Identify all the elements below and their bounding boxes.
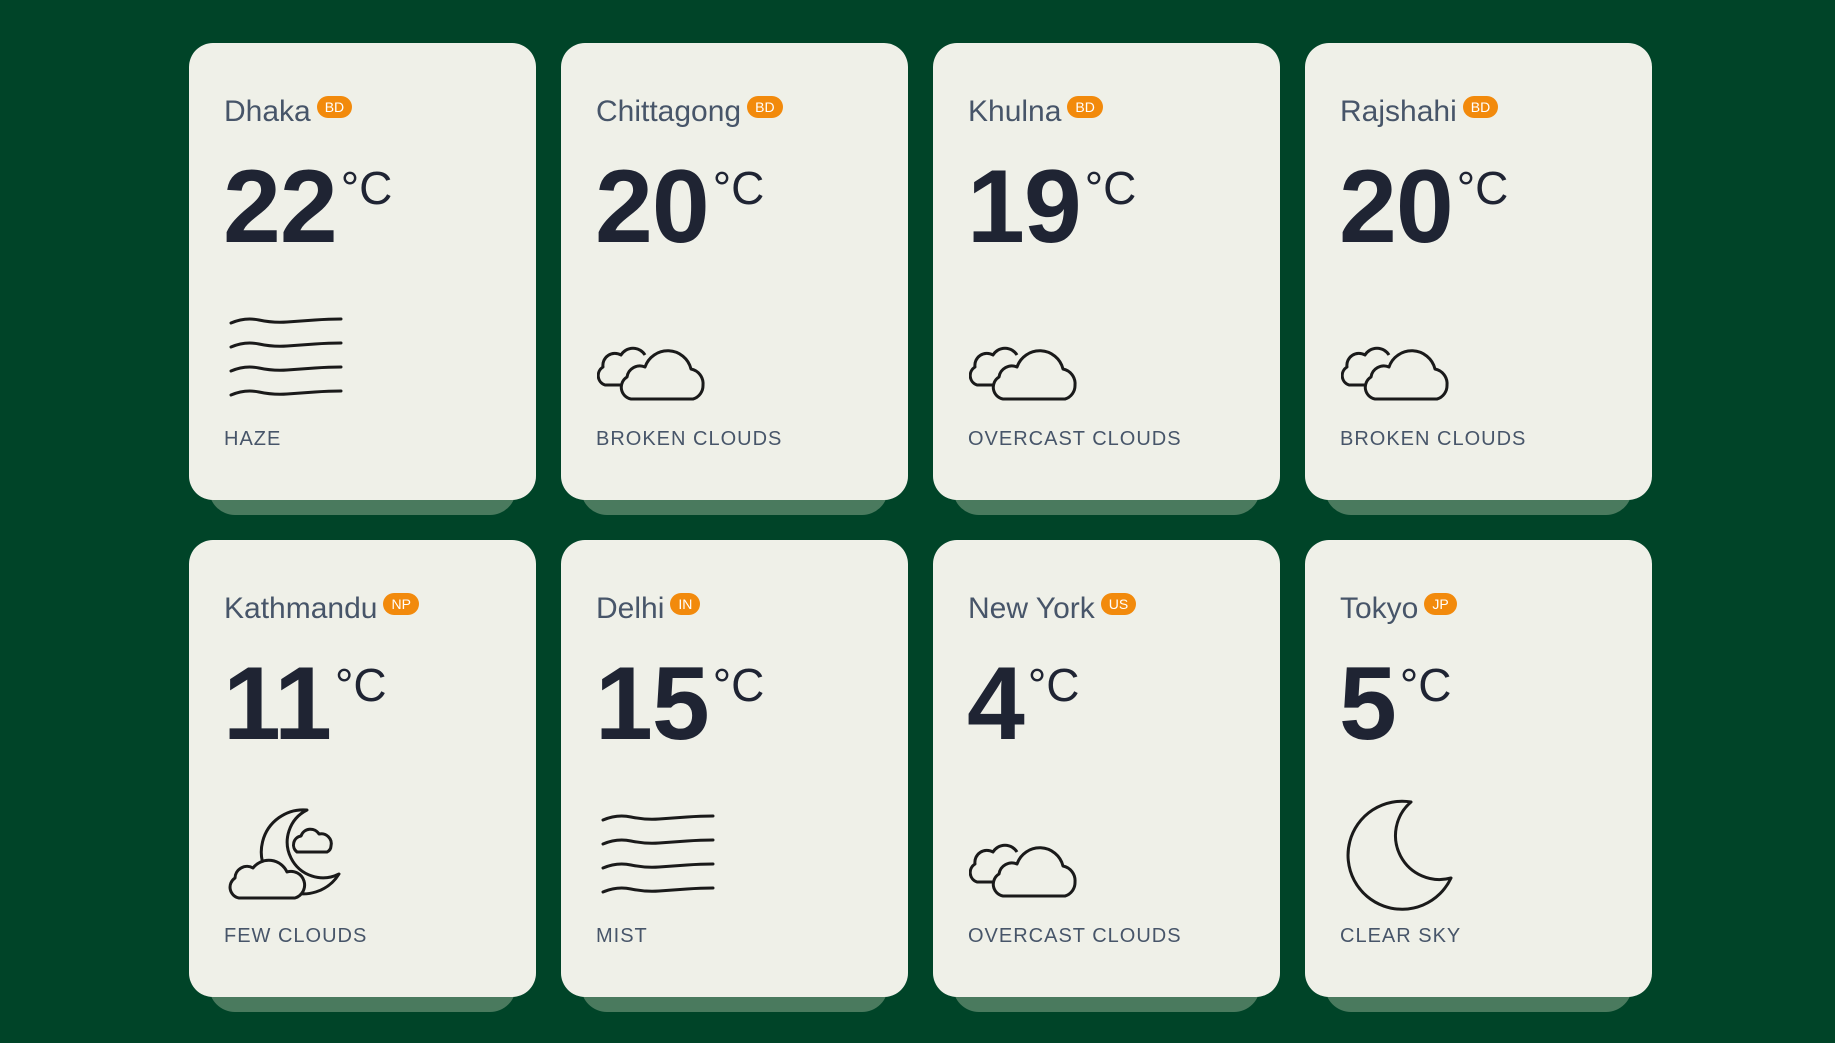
clouds-icon — [596, 301, 717, 421]
weather-card[interactable]: Dhaka BD 22 °C HAZE — [189, 43, 536, 515]
temperature-value: 4 — [967, 646, 1025, 762]
temperature-value: 5 — [1339, 646, 1397, 762]
card-body: Khulna BD 19 °C OVERCAST CLOUDS — [933, 43, 1280, 500]
condition-label: OVERCAST CLOUDS — [968, 428, 1182, 450]
temperature: 20 °C — [1339, 155, 1508, 259]
city-heading: Delhi IN — [596, 592, 701, 626]
weather-card[interactable]: Chittagong BD 20 °C BROKEN CLOUDS — [561, 43, 908, 515]
temperature-value: 20 — [595, 149, 710, 265]
condition-label: CLEAR SKY — [1340, 925, 1462, 947]
temperature-unit: °C — [1084, 162, 1137, 214]
temperature: 15 °C — [595, 652, 764, 756]
weather-card[interactable]: Delhi IN 15 °C MIST — [561, 540, 908, 1012]
moon-clouds-icon — [225, 798, 345, 918]
city-heading: Tokyo JP — [1340, 592, 1457, 626]
country-badge: IN — [670, 593, 701, 615]
country-badge: BD — [1462, 96, 1499, 118]
temperature-value: 11 — [223, 646, 332, 762]
city-name: Tokyo — [1340, 592, 1419, 625]
city-name: Delhi — [596, 592, 665, 625]
card-body: Delhi IN 15 °C MIST — [561, 540, 908, 997]
city-name: New York — [968, 592, 1095, 625]
country-badge: JP — [1424, 593, 1457, 615]
temperature: 22 °C — [223, 155, 392, 259]
temperature-unit: °C — [712, 659, 765, 711]
moon-icon — [1341, 798, 1461, 918]
city-name: Dhaka — [224, 95, 311, 128]
condition-label: OVERCAST CLOUDS — [968, 925, 1182, 947]
condition-label: FEW CLOUDS — [224, 925, 368, 947]
city-heading: Kathmandu NP — [224, 592, 419, 626]
mist-icon — [597, 798, 717, 918]
card-body: Chittagong BD 20 °C BROKEN CLOUDS — [561, 43, 908, 500]
weather-card[interactable]: New York US 4 °C OVERCAST CLOUDS — [933, 540, 1280, 1012]
city-name: Chittagong — [596, 95, 742, 128]
clouds-icon — [1340, 301, 1461, 421]
city-heading: New York US — [968, 592, 1137, 626]
temperature-unit: °C — [1399, 659, 1452, 711]
temperature: 20 °C — [595, 155, 764, 259]
temperature-unit: °C — [340, 162, 393, 214]
weather-card-grid: Dhaka BD 22 °C HAZE Chittagong BD 20 °C … — [189, 43, 1652, 1012]
city-name: Kathmandu — [224, 592, 378, 625]
temperature-value: 19 — [967, 149, 1082, 265]
country-badge: NP — [383, 593, 419, 615]
condition-label: HAZE — [224, 428, 282, 450]
temperature-value: 15 — [595, 646, 710, 762]
country-badge: BD — [316, 96, 353, 118]
clouds-icon — [968, 301, 1089, 421]
city-heading: Chittagong BD — [596, 95, 783, 129]
clouds-icon — [968, 798, 1089, 918]
temperature: 11 °C — [223, 652, 387, 756]
card-body: New York US 4 °C OVERCAST CLOUDS — [933, 540, 1280, 997]
weather-card[interactable]: Khulna BD 19 °C OVERCAST CLOUDS — [933, 43, 1280, 515]
city-name: Khulna — [968, 95, 1062, 128]
temperature-unit: °C — [334, 659, 387, 711]
temperature: 5 °C — [1339, 652, 1451, 756]
condition-label: BROKEN CLOUDS — [596, 428, 783, 450]
condition-label: BROKEN CLOUDS — [1340, 428, 1527, 450]
haze-icon — [225, 301, 345, 421]
temperature: 19 °C — [967, 155, 1136, 259]
temperature: 4 °C — [967, 652, 1079, 756]
country-badge: US — [1100, 593, 1137, 615]
weather-card[interactable]: Tokyo JP 5 °C CLEAR SKY — [1305, 540, 1652, 1012]
card-body: Rajshahi BD 20 °C BROKEN CLOUDS — [1305, 43, 1652, 500]
temperature-unit: °C — [1027, 659, 1080, 711]
city-name: Rajshahi — [1340, 95, 1457, 128]
city-heading: Khulna BD — [968, 95, 1103, 129]
card-body: Tokyo JP 5 °C CLEAR SKY — [1305, 540, 1652, 997]
temperature-value: 22 — [223, 149, 338, 265]
city-heading: Rajshahi BD — [1340, 95, 1499, 129]
card-body: Dhaka BD 22 °C HAZE — [189, 43, 536, 500]
weather-card[interactable]: Rajshahi BD 20 °C BROKEN CLOUDS — [1305, 43, 1652, 515]
temperature-unit: °C — [1456, 162, 1509, 214]
country-badge: BD — [747, 96, 783, 118]
condition-label: MIST — [596, 925, 648, 947]
city-heading: Dhaka BD — [224, 95, 353, 129]
temperature-value: 20 — [1339, 149, 1454, 265]
weather-card[interactable]: Kathmandu NP 11 °C FEW CLOUDS — [189, 540, 536, 1012]
country-badge: BD — [1067, 96, 1103, 118]
card-body: Kathmandu NP 11 °C FEW CLOUDS — [189, 540, 536, 997]
temperature-unit: °C — [712, 162, 765, 214]
